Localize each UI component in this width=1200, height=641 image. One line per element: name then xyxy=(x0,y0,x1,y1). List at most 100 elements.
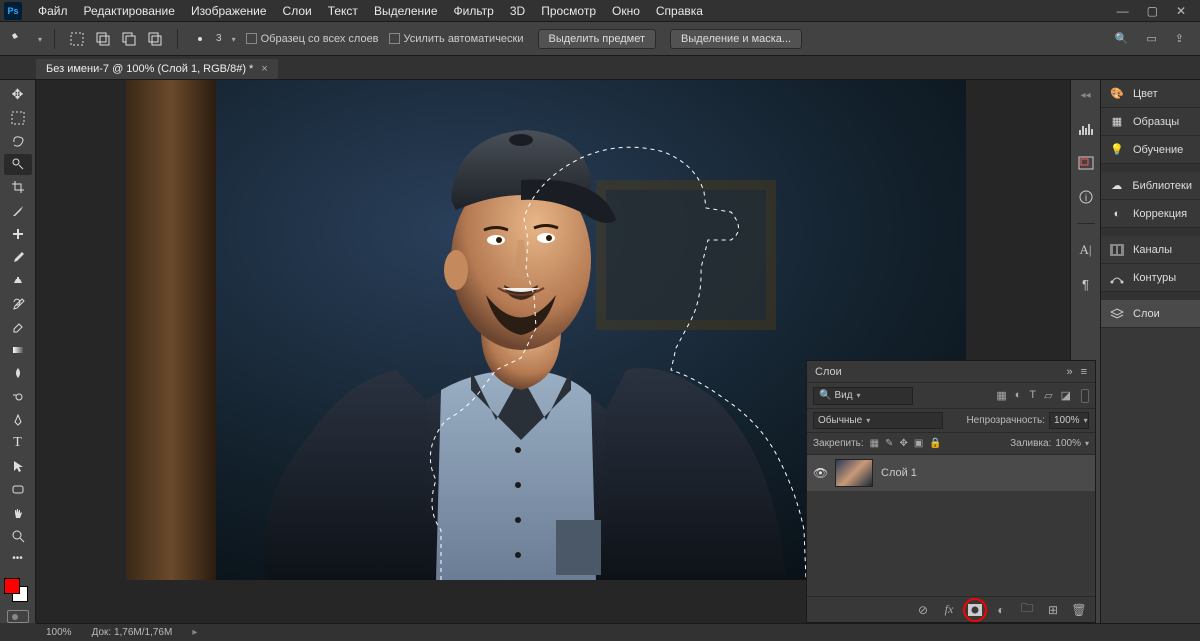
menu-text[interactable]: Текст xyxy=(320,1,366,21)
layer-row[interactable]: 👁 Слой 1 xyxy=(807,455,1095,491)
character-icon[interactable]: A| xyxy=(1076,240,1096,260)
clone-stamp-tool[interactable] xyxy=(4,270,32,291)
visibility-toggle-icon[interactable]: 👁 xyxy=(813,466,827,480)
healing-brush-tool[interactable] xyxy=(4,223,32,244)
marquee-tool[interactable] xyxy=(4,107,32,128)
menu-3d[interactable]: 3D xyxy=(502,1,533,21)
foreground-color-swatch[interactable] xyxy=(4,578,20,594)
panel-adjustments[interactable]: ◐ Коррекция xyxy=(1101,200,1200,228)
panel-menu-icon[interactable]: ≡ xyxy=(1081,366,1087,378)
search-icon[interactable]: 🔍 xyxy=(1115,32,1129,45)
filter-toggle[interactable] xyxy=(1081,389,1089,403)
filter-pixel-icon[interactable]: ▦ xyxy=(996,389,1006,402)
layer-name[interactable]: Слой 1 xyxy=(881,467,917,479)
color-swatches[interactable] xyxy=(4,578,32,603)
tool-preset-icon[interactable] xyxy=(8,29,28,49)
sample-all-layers-checkbox[interactable]: Образец со всех слоев xyxy=(246,33,379,45)
edit-toolbar-icon[interactable]: ••• xyxy=(4,548,32,569)
lock-all-icon[interactable]: 🔒 xyxy=(929,438,941,449)
panel-layers[interactable]: Слои xyxy=(1101,300,1200,328)
tool-preset-dropdown[interactable] xyxy=(34,33,42,45)
quick-selection-tool[interactable] xyxy=(4,154,32,175)
path-selection-tool[interactable] xyxy=(4,456,32,477)
menu-help[interactable]: Справка xyxy=(648,1,711,21)
filter-text-icon[interactable]: T xyxy=(1029,389,1036,402)
select-subject-button[interactable]: Выделить предмет xyxy=(538,29,657,49)
document-size[interactable]: Док: 1,76M/1,76M xyxy=(92,627,173,638)
lock-transparency-icon[interactable]: ▦ xyxy=(870,438,879,449)
panel-libraries[interactable]: ☁ Библиотеки xyxy=(1101,172,1200,200)
text-tool[interactable]: T xyxy=(4,432,32,453)
panel-paths[interactable]: Контуры xyxy=(1101,264,1200,292)
eyedropper-tool[interactable] xyxy=(4,200,32,221)
layer-group-icon[interactable]: 🗀 xyxy=(1019,602,1035,618)
quick-mask-toggle[interactable] xyxy=(7,610,29,623)
layer-filter-dropdown[interactable]: 🔍Вид xyxy=(813,387,913,405)
brush-size-value[interactable]: 3 xyxy=(216,33,222,44)
crop-tool[interactable] xyxy=(4,177,32,198)
info-icon[interactable]: i xyxy=(1076,187,1096,207)
eraser-tool[interactable] xyxy=(4,316,32,337)
dodge-tool[interactable] xyxy=(4,386,32,407)
window-maximize-icon[interactable]: ▢ xyxy=(1147,4,1158,18)
adjustment-layer-icon[interactable]: ◐ xyxy=(993,602,1009,618)
blend-mode-dropdown[interactable]: Обычные xyxy=(813,412,943,429)
share-icon[interactable]: ⇪ xyxy=(1175,32,1184,45)
panel-learn[interactable]: 💡 Обучение xyxy=(1101,136,1200,164)
delete-layer-icon[interactable]: 🗑 xyxy=(1071,602,1087,618)
panel-swatches[interactable]: ▦ Образцы xyxy=(1101,108,1200,136)
window-minimize-icon[interactable]: — xyxy=(1117,4,1129,18)
pen-tool[interactable] xyxy=(4,409,32,430)
brush-preview-icon[interactable] xyxy=(190,29,210,49)
menu-layers[interactable]: Слои xyxy=(275,1,320,21)
menu-select[interactable]: Выделение xyxy=(366,1,446,21)
brush-size-dropdown[interactable] xyxy=(228,33,236,45)
menu-window[interactable]: Окно xyxy=(604,1,648,21)
navigator-icon[interactable] xyxy=(1076,153,1096,173)
hand-tool[interactable] xyxy=(4,502,32,523)
expand-rail-icon[interactable]: ◂◂ xyxy=(1080,90,1090,101)
menu-image[interactable]: Изображение xyxy=(183,1,275,21)
histogram-icon[interactable] xyxy=(1076,119,1096,139)
lock-artboard-icon[interactable]: ▣ xyxy=(914,438,923,449)
shape-tool[interactable] xyxy=(4,479,32,500)
move-tool[interactable]: ✥ xyxy=(4,84,32,105)
opacity-input[interactable]: 100% xyxy=(1049,412,1089,429)
layer-thumbnail[interactable] xyxy=(835,459,873,487)
new-selection-icon[interactable] xyxy=(67,29,87,49)
blur-tool[interactable] xyxy=(4,363,32,384)
workspace-icon[interactable]: ▭ xyxy=(1146,32,1156,45)
add-layer-mask-icon[interactable] xyxy=(967,602,983,618)
intersect-selection-icon[interactable] xyxy=(145,29,165,49)
add-selection-icon[interactable] xyxy=(93,29,113,49)
zoom-level[interactable]: 100% xyxy=(46,627,72,638)
document-tab[interactable]: Без имени-7 @ 100% (Слой 1, RGB/8#) * × xyxy=(36,59,278,79)
history-brush-tool[interactable] xyxy=(4,293,32,314)
window-close-icon[interactable]: ✕ xyxy=(1176,4,1186,18)
layer-effects-icon[interactable]: fx xyxy=(941,602,957,618)
menu-filter[interactable]: Фильтр xyxy=(446,1,502,21)
zoom-tool[interactable] xyxy=(4,525,32,546)
panel-channels[interactable]: Каналы xyxy=(1101,236,1200,264)
paragraph-icon[interactable]: ¶ xyxy=(1076,274,1096,294)
panel-color[interactable]: 🎨 Цвет xyxy=(1101,80,1200,108)
new-layer-icon[interactable]: ⊞ xyxy=(1045,602,1061,618)
collapse-panel-icon[interactable]: » xyxy=(1066,366,1072,378)
fill-input[interactable]: 100% xyxy=(1055,438,1089,449)
menu-edit[interactable]: Редактирование xyxy=(76,1,183,21)
gradient-tool[interactable] xyxy=(4,339,32,360)
select-and-mask-button[interactable]: Выделение и маска... xyxy=(670,29,802,49)
link-layers-icon[interactable]: ⊘ xyxy=(915,602,931,618)
lock-position-icon[interactable]: ✥ xyxy=(900,438,908,449)
close-tab-icon[interactable]: × xyxy=(261,63,267,75)
menu-view[interactable]: Просмотр xyxy=(533,1,604,21)
filter-smartobject-icon[interactable]: ◪ xyxy=(1061,389,1071,402)
menu-file[interactable]: Файл xyxy=(30,1,76,21)
lock-image-icon[interactable]: ✎ xyxy=(885,438,893,449)
auto-enhance-checkbox[interactable]: Усилить автоматически xyxy=(389,33,524,45)
status-menu-icon[interactable]: ▸ xyxy=(192,627,197,638)
lasso-tool[interactable] xyxy=(4,130,32,151)
subtract-selection-icon[interactable] xyxy=(119,29,139,49)
filter-adjustment-icon[interactable]: ◐ xyxy=(1015,389,1022,402)
brush-tool[interactable] xyxy=(4,247,32,268)
